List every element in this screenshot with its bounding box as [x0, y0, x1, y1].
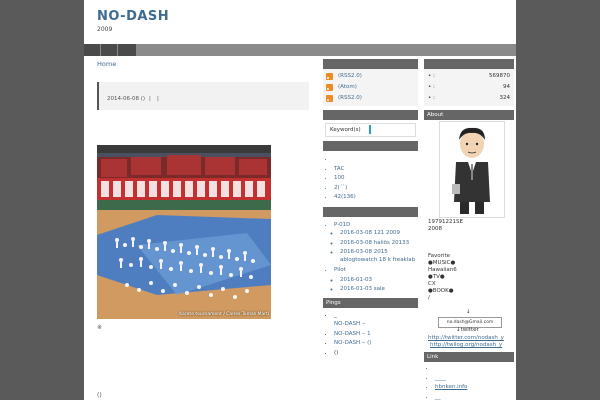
stat-row: • : 569870 [424, 71, 514, 82]
ping-link[interactable]: NO-DASH ‒ [334, 320, 418, 330]
site-header: NO-DASH 2009 [84, 0, 516, 44]
recent-list: P-01D 2016-03-08 121 2009 2016-03-08 hal… [323, 217, 418, 295]
favorite-item: Hawaiian6 [428, 267, 457, 273]
post-separator-2: | [157, 96, 159, 102]
stats-header [424, 59, 514, 69]
post-separator-1: | [149, 96, 151, 102]
post-photo[interactable]: Karate tournament / Carles Tomás Martí [97, 145, 271, 319]
category-item[interactable]: 42(136) [334, 193, 418, 203]
stats-box: • : 569870 • : 94 • : 324 [424, 69, 514, 106]
recent-group[interactable]: P-01D 2016-03-08 121 2009 2016-03-08 hal… [334, 221, 418, 265]
feeds-header [323, 59, 418, 69]
post-footer: () [97, 392, 102, 399]
stat-row: • : 324 [424, 93, 514, 104]
site-description: 2009 [97, 26, 113, 33]
twitter-link[interactable]: http://twitter.com/nodash_y [428, 335, 504, 341]
about-year: 2008 [428, 226, 442, 232]
stat-label: • : [428, 95, 435, 101]
links-list: ____ hbnken.info __ [424, 364, 467, 400]
page: NO-DASH 2009 Home 2014-06-08 () | | Kara… [84, 0, 516, 400]
post-date: 2014-06-08 () [107, 96, 146, 102]
category-list: TAC 100 2(´`) 42(136) [323, 151, 418, 203]
nav-tab-2[interactable] [101, 44, 117, 56]
down-arrow: ↓ [466, 309, 471, 315]
feed-label: (RSS2.0) [338, 95, 362, 101]
link-item[interactable]: ____ [435, 374, 467, 384]
site-title[interactable]: NO-DASH [97, 9, 169, 24]
sidebar-right: • :569870 • :94 • :324 About 19791221SE … [424, 59, 514, 400]
link-item[interactable]: __ [435, 393, 467, 400]
feed-label: (Atom) [338, 84, 357, 90]
post-bullet: ※ [97, 324, 103, 331]
stat-label: • : [428, 73, 435, 79]
feed-atom-link[interactable]: (Atom) [323, 82, 418, 93]
pings-list: _ NO-DASH ‒ NO-DASH ‒ 1 NO-DASH ‒ () () [323, 308, 418, 359]
links-header: Link [424, 352, 514, 362]
breadcrumb-home[interactable]: Home [97, 60, 116, 68]
avatar-illustration [452, 127, 490, 214]
ping-link[interactable]: NO-DASH ‒ 1 [334, 330, 418, 340]
photo-caption: Karate tournament / Carles Tomás Martí [179, 312, 269, 317]
favorite-item: / [428, 295, 430, 301]
rss-icon [326, 95, 333, 102]
about-birth: 19791221SE [428, 219, 463, 225]
ping-link[interactable]: NO-DASH ‒ () [334, 339, 418, 349]
favorite-item: ●MUSIC● [428, 260, 456, 266]
about-header: About [424, 110, 514, 120]
pings-header: Pings [323, 297, 418, 308]
post-header: 2014-06-08 () | | [97, 82, 309, 110]
category-item[interactable]: 100 [334, 174, 418, 184]
categories-header [323, 141, 418, 151]
stat-value: 324 [499, 95, 511, 101]
ping-item: NO-DASH ‒ () [334, 339, 418, 349]
ping-item: NO-DASH ‒ 1 [334, 330, 418, 340]
link-item[interactable] [435, 364, 467, 374]
recent-item[interactable]: 2016-01-03 sale [340, 285, 418, 295]
recent-header [323, 206, 418, 217]
category-item[interactable]: TAC [334, 165, 418, 175]
feeds-box: (RSS2.0) (Atom) (RSS2.0) [323, 69, 418, 106]
keyword-label: Keyword(s) [330, 127, 361, 133]
nav-bar [84, 44, 516, 56]
stat-value: 94 [503, 84, 510, 90]
stat-value: 569870 [489, 73, 510, 79]
stat-label: • : [428, 84, 435, 90]
rss-icon [326, 84, 333, 91]
ping-item: () [334, 349, 418, 359]
recent-item[interactable]: 2016-03-08 haliös 20133 [340, 240, 418, 248]
nav-tab-1[interactable] [84, 44, 100, 56]
nav-tab-3[interactable] [118, 44, 136, 56]
twitter-label: ↓twitter [456, 327, 479, 333]
category-item[interactable]: 2(´`) [334, 184, 418, 194]
rss-icon [326, 73, 333, 80]
category-item[interactable] [334, 155, 418, 165]
recent-item[interactable]: 2016-03-08 2015 ablogtowatch 18 k freakl… [340, 249, 418, 264]
karate-photo-image [97, 145, 271, 319]
keyword-search-input[interactable]: Keyword(s) [325, 123, 416, 137]
twilog-link[interactable]: http://twilog.org/nodash_y [430, 342, 502, 348]
recent-group[interactable]: Pilot 2016-01-03 2016-01-03 sale [334, 266, 418, 295]
recent-item[interactable]: 2016-01-03 [340, 276, 418, 286]
feed-label: (RSS2.0) [338, 73, 362, 79]
avatar [439, 121, 505, 218]
favorite-title: Favorite [428, 253, 450, 259]
recent-item[interactable]: 2016-03-08 121 2009 [340, 230, 418, 238]
favorite-item: ●TV● [428, 274, 445, 280]
sidebar-middle: (RSS2.0) (Atom) (RSS2.0) Keyword(s) TAC … [323, 59, 418, 358]
feed-rss2-link[interactable]: (RSS2.0) [323, 71, 418, 82]
link-item[interactable]: hbnken.info [435, 383, 467, 393]
favorite-item: CX [428, 281, 436, 287]
ping-item: _ NO-DASH ‒ [334, 311, 418, 330]
search-cursor [369, 125, 371, 134]
favorite-item: ●BOOK● [428, 288, 454, 294]
feed-rss2-comments-link[interactable]: (RSS2.0) [323, 93, 418, 104]
search-header [323, 110, 418, 120]
stat-row: • : 94 [424, 82, 514, 93]
